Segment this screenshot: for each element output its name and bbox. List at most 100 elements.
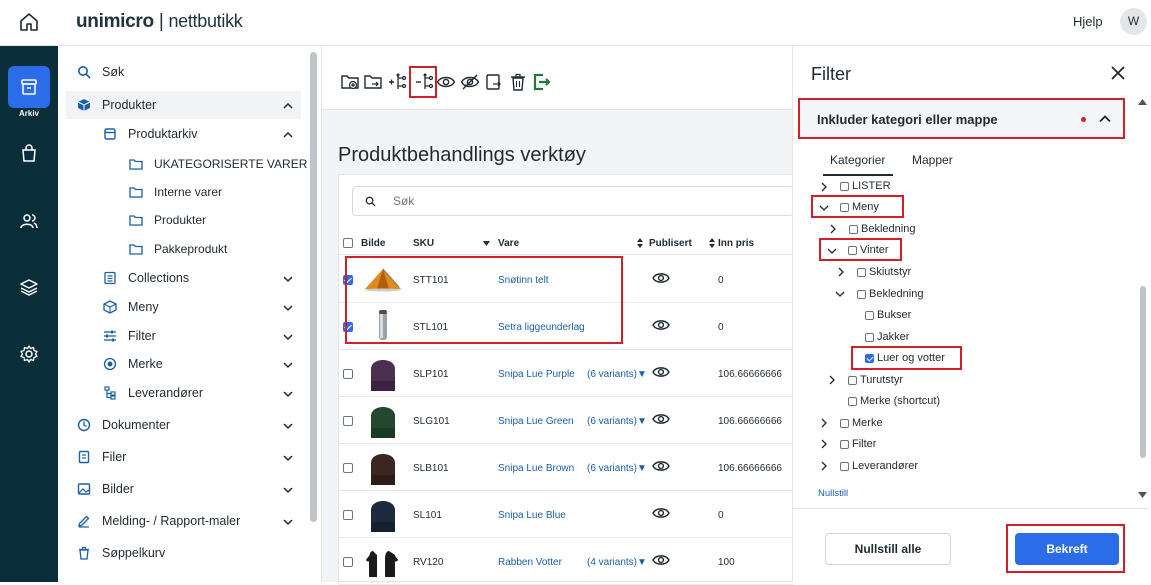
tree-checkbox[interactable] — [857, 267, 866, 277]
row-product-link[interactable]: Snipa Lue Purple — [498, 369, 575, 380]
chevron-down-icon[interactable] — [283, 274, 293, 284]
col-pris[interactable]: Inn pris — [718, 238, 754, 249]
row-checkbox[interactable] — [343, 463, 353, 473]
row-product-link[interactable]: Snipa Lue Blue — [498, 510, 566, 521]
nav-soppelkurv[interactable]: Søppelkurv — [76, 545, 165, 561]
sort-icon[interactable] — [637, 238, 643, 248]
row-variants-toggle[interactable]: (6 variants)▼ — [587, 369, 647, 380]
row-checkbox[interactable] — [343, 557, 353, 567]
chevron-right-icon[interactable] — [827, 375, 837, 385]
tree-checkbox[interactable] — [865, 332, 874, 342]
eye-icon[interactable] — [652, 318, 670, 332]
col-vare[interactable]: Vare — [498, 238, 519, 249]
row-checkbox[interactable] — [343, 369, 353, 379]
eye-icon[interactable] — [652, 365, 670, 379]
tree-checkbox[interactable] — [857, 289, 866, 299]
tree-checkbox[interactable] — [840, 461, 849, 471]
exit-icon[interactable] — [532, 72, 552, 92]
row-variants-toggle[interactable]: (6 variants)▼ — [587, 416, 647, 427]
chevron-down-icon[interactable] — [283, 360, 293, 370]
nav-leverandorer[interactable]: Leverandører — [102, 385, 203, 401]
tree-item-turutstyr[interactable]: Turutstyr — [848, 374, 903, 386]
select-all-checkbox[interactable] — [343, 238, 353, 248]
table-row[interactable]: SLG101 Snipa Lue Green (6 variants)▼ 106… — [339, 397, 793, 444]
new-folder-icon[interactable] — [340, 72, 360, 92]
table-row[interactable]: SL101 Snipa Lue Blue 0 — [339, 491, 793, 538]
scroll-up-arrow-icon[interactable] — [1138, 98, 1147, 106]
tree-item-leverandorer[interactable]: Leverandører — [840, 460, 918, 472]
sort-down-icon[interactable] — [483, 241, 490, 246]
tree-checkbox[interactable] — [840, 181, 849, 191]
chevron-down-icon[interactable] — [283, 421, 293, 431]
avatar[interactable]: W — [1120, 8, 1147, 35]
nav-collections[interactable]: Collections — [102, 270, 189, 286]
nav-filter[interactable]: Filter — [102, 328, 156, 344]
table-row[interactable]: SLP101 Snipa Lue Purple (6 variants)▼ 10… — [339, 350, 793, 397]
table-row[interactable]: RV120 Rabben Votter (4 variants)▼ 100 — [339, 538, 793, 585]
help-link[interactable]: Hjelp — [1073, 14, 1103, 29]
chevron-down-icon[interactable] — [283, 517, 293, 527]
search-box[interactable] — [352, 186, 793, 216]
filter-scrollbar[interactable] — [1140, 286, 1146, 458]
eye-icon[interactable] — [652, 553, 670, 567]
nav-filer[interactable]: Filer — [76, 449, 126, 465]
row-product-link[interactable]: Snipa Lue Green — [498, 416, 574, 427]
chevron-up-icon[interactable] — [283, 130, 293, 140]
add-category-icon[interactable] — [388, 72, 408, 92]
table-row[interactable]: SLB101 Snipa Lue Brown (6 variants)▼ 106… — [339, 444, 793, 491]
chevron-right-icon[interactable] — [819, 439, 829, 449]
nav-dokumenter[interactable]: Dokumenter — [76, 417, 170, 433]
brand-logo[interactable]: unimicro | nettbutikk — [76, 11, 243, 33]
chevron-right-icon[interactable] — [836, 267, 846, 277]
reset-link[interactable]: Nullstill — [818, 488, 848, 499]
search-input[interactable] — [393, 194, 693, 208]
chevron-right-icon[interactable] — [819, 461, 829, 471]
tree-item-jakker[interactable]: Jakker — [865, 331, 909, 343]
nav-bilder[interactable]: Bilder — [76, 481, 134, 497]
row-variants-toggle[interactable]: (6 variants)▼ — [587, 463, 647, 474]
eye-icon[interactable] — [436, 72, 456, 92]
chevron-down-icon[interactable] — [835, 289, 845, 299]
row-checkbox[interactable] — [343, 416, 353, 426]
nav-merke[interactable]: Merke — [102, 356, 163, 372]
tree-checkbox[interactable] — [840, 418, 849, 428]
chevron-down-icon[interactable] — [283, 485, 293, 495]
row-variants-toggle[interactable]: (4 variants)▼ — [587, 557, 647, 568]
nav-produkter[interactable]: Produkter — [66, 91, 301, 119]
chevron-right-icon[interactable] — [819, 182, 829, 192]
chevron-up-icon[interactable] — [283, 101, 293, 111]
trash-icon[interactable] — [508, 72, 528, 92]
nav-search[interactable]: Søk — [76, 64, 124, 80]
row-checkbox[interactable] — [343, 510, 353, 520]
col-sku[interactable]: SKU — [413, 238, 434, 249]
tree-item-bukser[interactable]: Bukser — [865, 309, 911, 321]
chevron-down-icon[interactable] — [283, 453, 293, 463]
tree-item-merke-shortcut[interactable]: Merke (shortcut) — [848, 395, 940, 407]
rail-layers[interactable] — [8, 266, 50, 308]
rail-users[interactable] — [8, 200, 50, 242]
tree-item-skiutstyr[interactable]: Skiutstyr — [857, 266, 911, 278]
tree-checkbox[interactable] — [848, 396, 857, 406]
nav-produktarkiv[interactable]: Produktarkiv — [102, 126, 197, 142]
export-icon[interactable] — [484, 72, 504, 92]
tree-item-merke[interactable]: Merke — [840, 417, 883, 429]
move-folder-icon[interactable] — [363, 72, 383, 92]
nav-folder-produkter[interactable]: Produkter — [128, 212, 206, 228]
close-icon[interactable] — [1111, 66, 1125, 80]
eye-icon[interactable] — [652, 506, 670, 520]
tab-mapper[interactable]: Mapper — [912, 153, 953, 167]
tree-checkbox[interactable] — [849, 224, 858, 234]
chevron-down-icon[interactable] — [283, 389, 293, 399]
eye-icon[interactable] — [652, 459, 670, 473]
tree-checkbox[interactable] — [848, 375, 857, 385]
rail-archive[interactable] — [8, 66, 50, 108]
chevron-right-icon[interactable] — [828, 224, 838, 234]
eye-icon[interactable] — [652, 271, 670, 285]
tree-item-lister[interactable]: LISTER — [840, 180, 891, 192]
col-publisert[interactable]: Publisert — [649, 238, 692, 249]
nav-folder-ukategoriserte[interactable]: UKATEGORISERTE VARER — [128, 156, 307, 172]
nav-meny[interactable]: Meny — [102, 299, 159, 315]
nav-scrollbar[interactable] — [310, 52, 317, 522]
chevron-down-icon[interactable] — [283, 303, 293, 313]
sort-icon[interactable] — [709, 238, 715, 248]
